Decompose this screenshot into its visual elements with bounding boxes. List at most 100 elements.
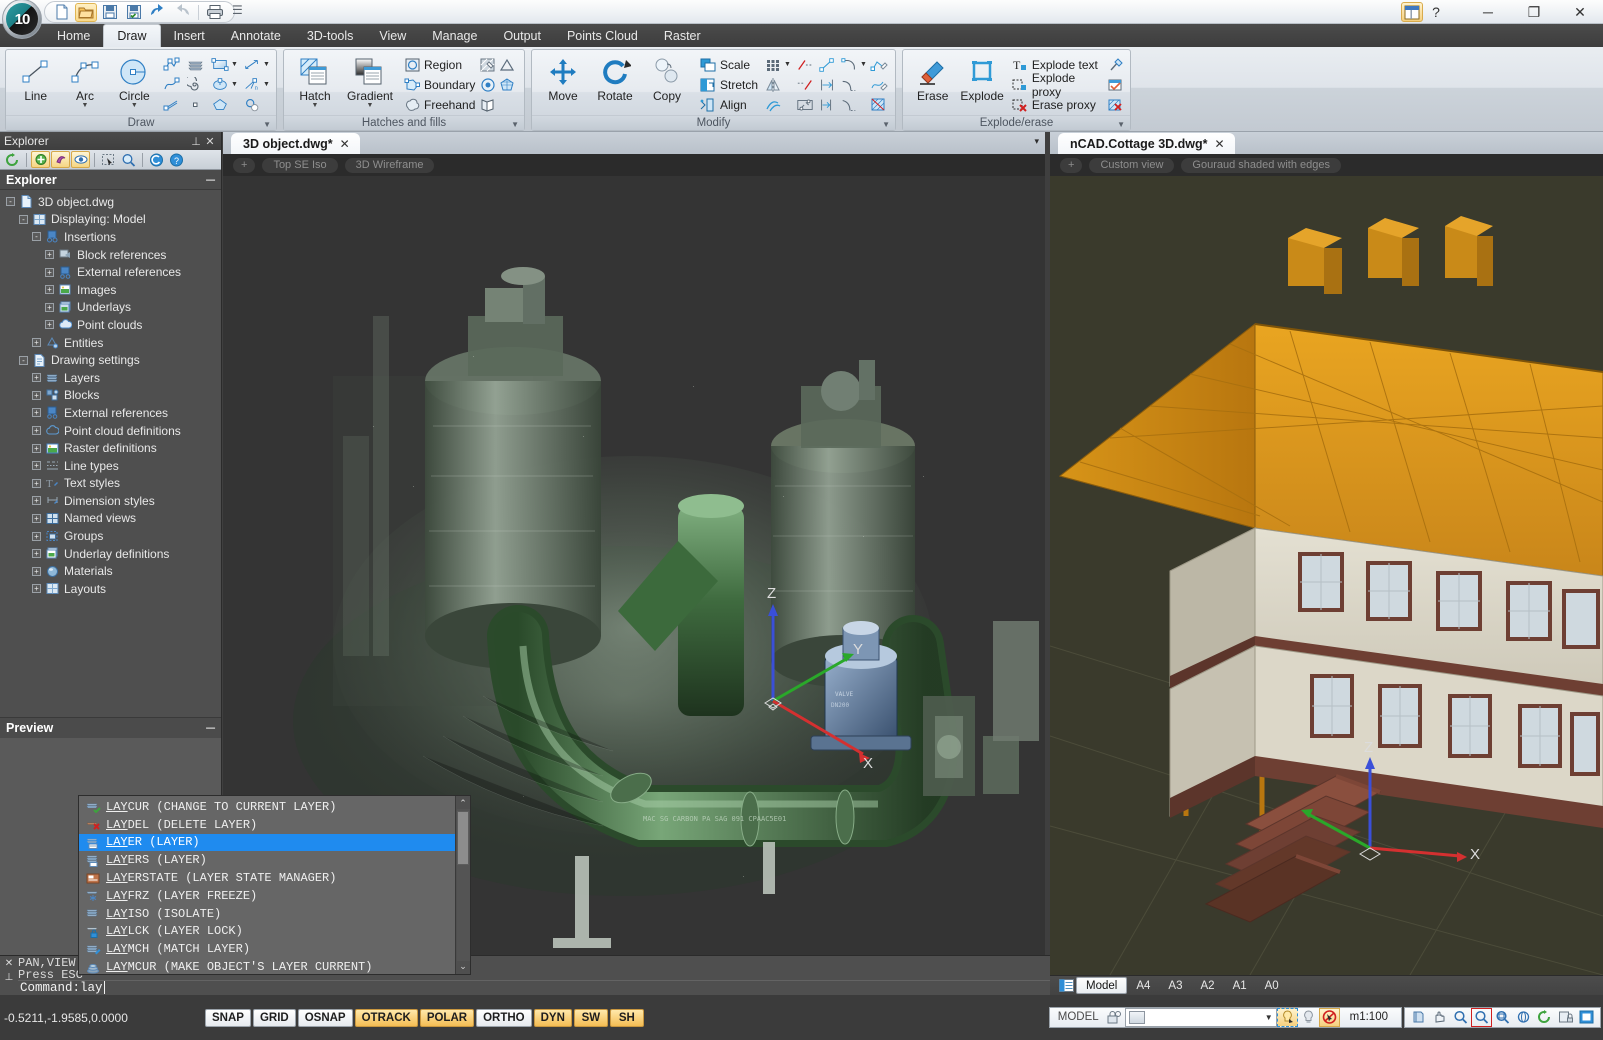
region-button[interactable]: Region bbox=[403, 55, 475, 74]
toggle-osnap[interactable]: OSNAP bbox=[297, 1008, 353, 1027]
tree-item-point-clouds[interactable]: + Point clouds bbox=[0, 316, 221, 334]
stretch-button[interactable]: Stretch bbox=[699, 75, 758, 94]
tree-item-images[interactable]: + Images bbox=[0, 281, 221, 299]
chevron-down-icon[interactable]: ▼ bbox=[882, 117, 890, 132]
save-icon[interactable] bbox=[99, 3, 121, 22]
layout-tab-a4[interactable]: A4 bbox=[1127, 977, 1159, 994]
toggle-grid[interactable]: GRID bbox=[252, 1008, 296, 1027]
toggle-snap[interactable]: SNAP bbox=[205, 1008, 251, 1027]
minimize-icon[interactable]: ─ bbox=[206, 173, 215, 187]
multiline-icon[interactable] bbox=[163, 96, 181, 113]
chevron-down-icon[interactable]: ▼ bbox=[1265, 1013, 1273, 1022]
explode-proxy-button[interactable]: Explode proxy bbox=[1011, 71, 1103, 99]
ribbon-tab-insert[interactable]: Insert bbox=[161, 25, 218, 47]
pan-hand-icon[interactable] bbox=[1429, 1008, 1450, 1027]
construction-line-icon[interactable]: n bbox=[243, 76, 261, 93]
close-icon[interactable]: ✕ bbox=[1215, 137, 1225, 151]
chevron-down-icon[interactable]: ▼ bbox=[230, 61, 239, 68]
expand-icon[interactable]: + bbox=[32, 549, 41, 559]
expand-icon[interactable]: + bbox=[32, 478, 41, 488]
scroll-up-icon[interactable]: ⌃ bbox=[459, 798, 467, 809]
edit-spline-icon[interactable] bbox=[870, 76, 888, 93]
print-icon[interactable] bbox=[204, 3, 226, 22]
toggle-sw[interactable]: SW bbox=[573, 1008, 608, 1027]
expand-icon[interactable]: + bbox=[32, 496, 41, 506]
expand-icon[interactable]: + bbox=[32, 426, 41, 436]
ribbon-tab-points-cloud[interactable]: Points Cloud bbox=[554, 25, 651, 47]
break-at-point-icon[interactable] bbox=[818, 76, 836, 93]
tree-item-layers[interactable]: + Layers bbox=[0, 369, 221, 387]
trim-icon[interactable] bbox=[796, 56, 814, 73]
new-layer-icon[interactable] bbox=[31, 151, 50, 168]
minimize-icon[interactable]: ─ bbox=[206, 721, 215, 735]
purge-icon[interactable] bbox=[1107, 56, 1125, 73]
ribbon-tab-view[interactable]: View bbox=[366, 25, 419, 47]
maximize-button[interactable]: ❐ bbox=[1511, 0, 1557, 24]
save-all-icon[interactable] bbox=[123, 3, 145, 22]
open-folder-icon[interactable] bbox=[75, 2, 97, 22]
clean-screen-icon[interactable] bbox=[1408, 1008, 1429, 1027]
collapse-icon[interactable]: - bbox=[19, 355, 28, 365]
tree-item-external-references[interactable]: + External references bbox=[0, 263, 221, 281]
ribbon-tab-raster[interactable]: Raster bbox=[651, 25, 714, 47]
full-screen-icon[interactable] bbox=[1576, 1008, 1597, 1027]
hatch-map-icon[interactable] bbox=[479, 96, 497, 113]
expand-icon[interactable]: + bbox=[45, 250, 54, 260]
chevron-down-icon[interactable]: ▼ bbox=[262, 61, 271, 68]
coordinates-readout[interactable]: -0.5211,-1.9585,0.0000 bbox=[0, 1011, 205, 1025]
expand-icon[interactable]: + bbox=[32, 408, 41, 418]
annotation-scale-label[interactable]: m1:100 bbox=[1340, 1011, 1398, 1023]
wipeout-icon[interactable] bbox=[479, 76, 497, 93]
ribbon-tab-home[interactable]: Home bbox=[44, 25, 103, 47]
no-select-icon[interactable] bbox=[1318, 1007, 1340, 1027]
autocomplete-item[interactable]: LAYERSTATE (LAYER STATE MANAGER) bbox=[79, 869, 455, 887]
scrollbar-thumb[interactable] bbox=[456, 811, 469, 865]
lock-toolbars-icon[interactable] bbox=[1555, 1008, 1576, 1027]
array-icon[interactable] bbox=[764, 56, 782, 73]
join-icon[interactable] bbox=[818, 96, 836, 113]
expand-icon[interactable]: + bbox=[32, 461, 41, 471]
edit-hatch-icon[interactable] bbox=[870, 96, 888, 113]
move-button[interactable]: Move bbox=[537, 54, 589, 103]
refresh-view-icon[interactable] bbox=[1534, 1008, 1555, 1027]
expand-icon[interactable]: + bbox=[32, 513, 41, 523]
select-all-icon[interactable] bbox=[99, 151, 118, 168]
view-preset-chip[interactable]: Custom view bbox=[1089, 157, 1175, 173]
extend-icon[interactable] bbox=[796, 76, 814, 93]
lock-ucs-icon[interactable] bbox=[1104, 1008, 1125, 1027]
lightbulb-icon[interactable] bbox=[1298, 1008, 1319, 1027]
pin-icon[interactable]: ⊥ bbox=[189, 135, 203, 148]
fillet-icon[interactable] bbox=[840, 56, 858, 73]
workspace-icon[interactable] bbox=[1401, 2, 1423, 22]
freehand-button[interactable]: Freehand bbox=[403, 95, 475, 114]
chevron-down-icon[interactable]: ▼ bbox=[859, 61, 868, 68]
chevron-down-icon[interactable]: ▾ bbox=[1034, 136, 1039, 147]
chevron-down-icon[interactable]: ▼ bbox=[263, 117, 271, 132]
application-menu-button[interactable]: 10 bbox=[2, 0, 42, 39]
tree-item-drawing-settings[interactable]: - Drawing settings bbox=[0, 351, 221, 369]
chevron-down-icon[interactable]: ▼ bbox=[367, 102, 374, 109]
visual-style-chip[interactable]: Gouraud shaded with edges bbox=[1181, 157, 1342, 173]
rename-icon[interactable] bbox=[51, 151, 70, 168]
autocomplete-item[interactable]: LAYLCK (LAYER LOCK) bbox=[79, 923, 455, 941]
expand-icon[interactable]: + bbox=[32, 390, 41, 400]
close-icon[interactable]: ✕ bbox=[203, 135, 217, 148]
collapse-icon[interactable]: - bbox=[32, 232, 41, 242]
tree-item-text-styles[interactable]: + T Text styles bbox=[0, 475, 221, 493]
add-viewconfig-chip[interactable]: + bbox=[1060, 157, 1083, 173]
pin-icon[interactable]: ⊥ bbox=[5, 971, 14, 985]
toggle-dyn[interactable]: DYN bbox=[533, 1008, 572, 1027]
ellipse-icon[interactable] bbox=[211, 76, 229, 93]
scrollbar-track[interactable] bbox=[456, 809, 470, 961]
tree-item-entities[interactable]: + Entities bbox=[0, 334, 221, 352]
chevron-down-icon[interactable]: ▼ bbox=[131, 102, 138, 109]
autocomplete-item[interactable]: LAYDEL (DELETE LAYER) bbox=[79, 816, 455, 834]
zoom-extents-icon[interactable] bbox=[1492, 1008, 1513, 1027]
tree-item-block-references[interactable]: + Block references bbox=[0, 246, 221, 264]
close-button[interactable]: ✕ bbox=[1557, 0, 1603, 24]
layout-tab-model[interactable]: Model bbox=[1076, 977, 1128, 994]
tree-item-layouts[interactable]: + Layouts bbox=[0, 580, 221, 598]
draw-line-button[interactable]: Line bbox=[11, 54, 60, 103]
tree-item-3d-object-dwg[interactable]: - 3D object.dwg bbox=[0, 193, 221, 211]
layout-tab-a1[interactable]: A1 bbox=[1224, 977, 1256, 994]
